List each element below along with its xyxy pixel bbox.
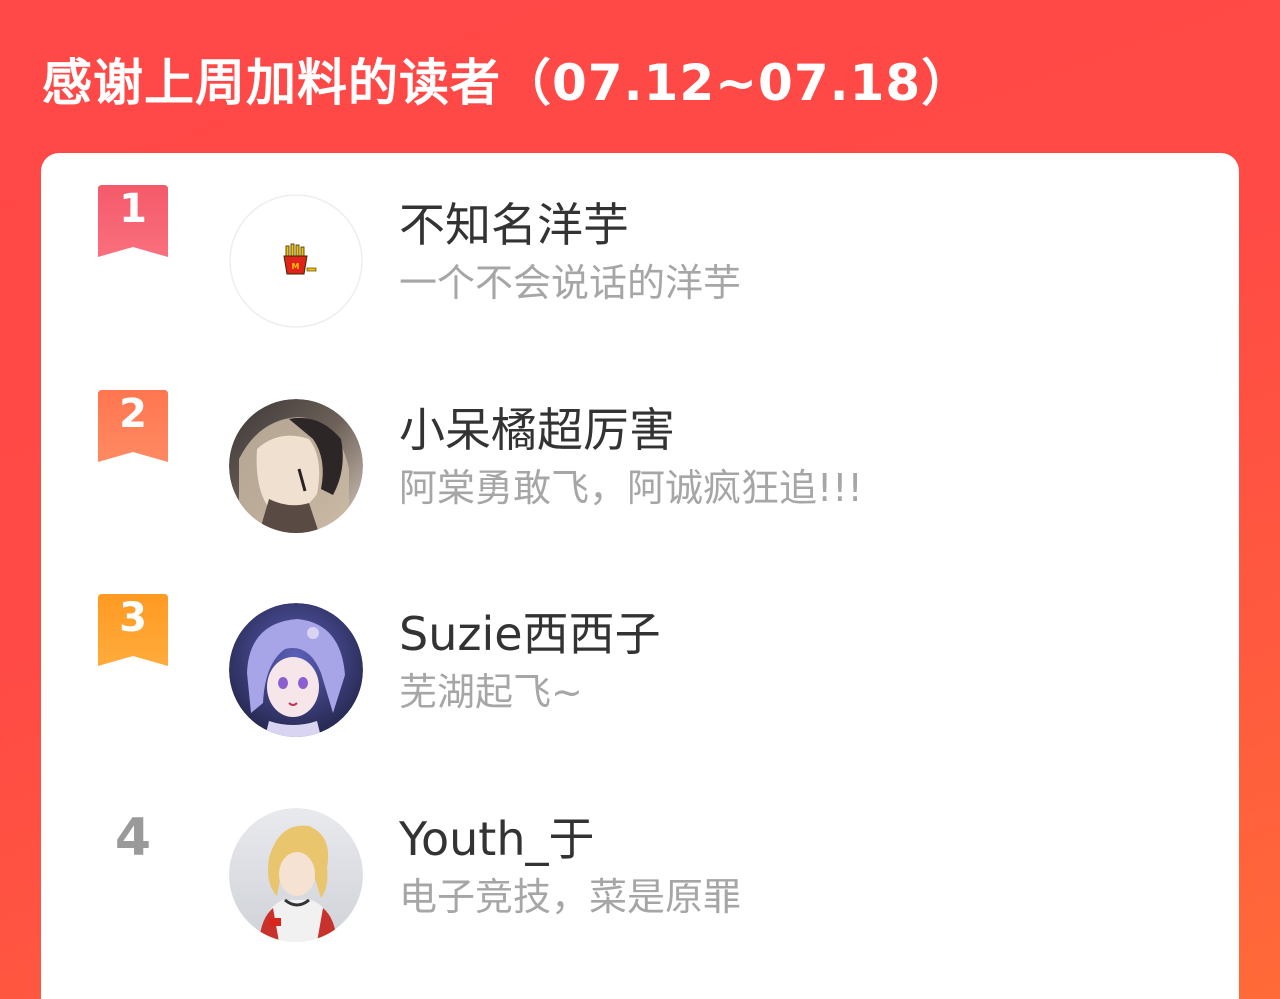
list-item[interactable]: 4 Youth_于 电子竞技，菜是原罪 bbox=[41, 767, 1239, 942]
avatar[interactable] bbox=[229, 399, 363, 533]
svg-text:M: M bbox=[292, 262, 300, 271]
rank-number: 4 bbox=[114, 808, 152, 868]
rank-number: 1 bbox=[119, 186, 147, 232]
reader-name: 不知名洋芋 bbox=[399, 198, 629, 252]
reader-name: Youth_于 bbox=[399, 812, 595, 866]
avatar[interactable] bbox=[229, 808, 363, 942]
page: 感谢上周加料的读者（07.12~07.18） 1 M 不知名洋芋 一个不会说话的… bbox=[0, 0, 1280, 999]
rank-badge: 2 bbox=[98, 390, 168, 462]
page-title: 感谢上周加料的读者（07.12~07.18） bbox=[42, 54, 973, 112]
anime-girl-avatar bbox=[229, 603, 363, 737]
reader-description: 电子竞技，菜是原罪 bbox=[399, 875, 742, 919]
rank-badge: 3 bbox=[98, 594, 168, 666]
reader-description: 阿棠勇敢飞，阿诚疯狂追!!! bbox=[399, 466, 863, 510]
reader-name: Suzie西西子 bbox=[399, 607, 661, 661]
rank-badge: 1 bbox=[98, 185, 168, 257]
reader-name: 小呆橘超厉害 bbox=[399, 403, 675, 457]
avatar[interactable] bbox=[229, 603, 363, 737]
reader-list-card: 1 M 不知名洋芋 一个不会说话的洋芋 2 小呆橘超厉害 阿棠勇敢飞，阿诚疯狂追… bbox=[41, 153, 1239, 999]
avatar[interactable]: M bbox=[229, 194, 363, 328]
list-item[interactable]: 2 小呆橘超厉害 阿棠勇敢飞，阿诚疯狂追!!! bbox=[41, 358, 1239, 533]
rank-number: 3 bbox=[119, 595, 147, 641]
anime-couple-avatar bbox=[229, 399, 363, 533]
french-fries-icon: M bbox=[229, 194, 363, 328]
reader-description: 一个不会说话的洋芋 bbox=[399, 261, 742, 305]
reader-description: 芜湖起飞~ bbox=[399, 670, 583, 714]
rank-number: 2 bbox=[119, 391, 147, 437]
list-item[interactable]: 1 M 不知名洋芋 一个不会说话的洋芋 bbox=[41, 153, 1239, 328]
anime-boy-avatar bbox=[229, 808, 363, 942]
list-item[interactable]: 3 Suzie西西子 芜湖起飞~ bbox=[41, 562, 1239, 737]
